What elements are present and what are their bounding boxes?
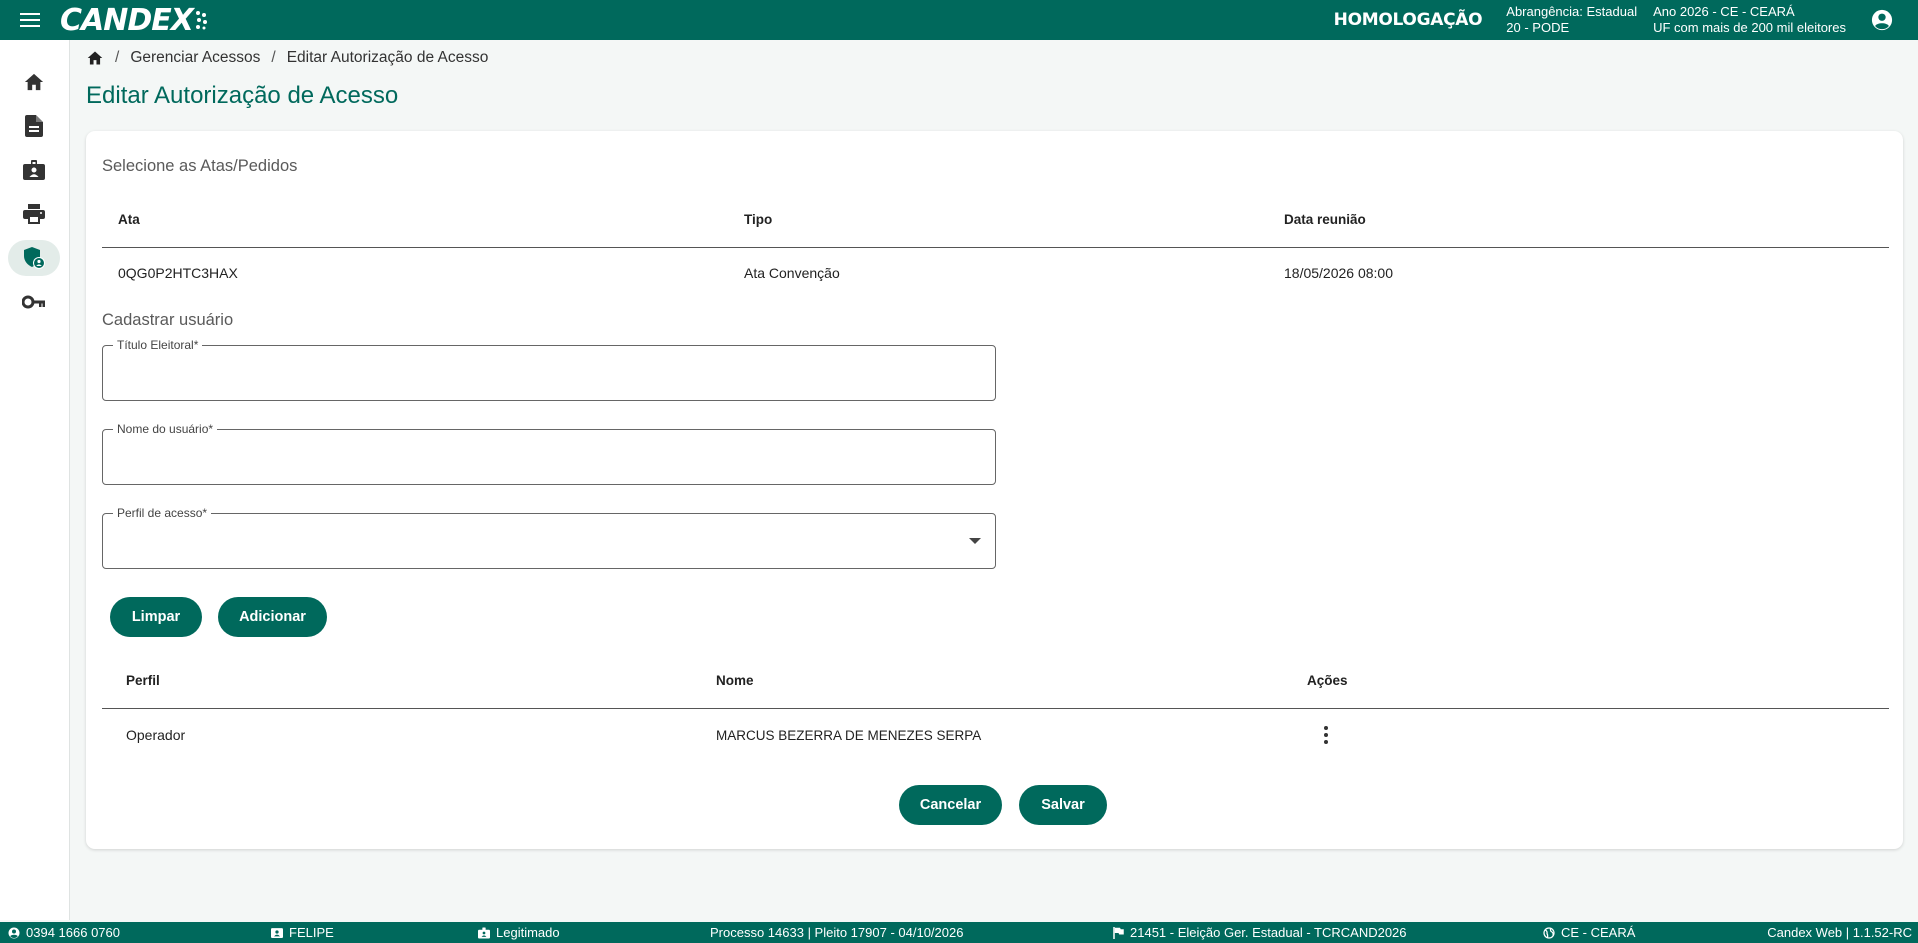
column-header-tipo[interactable]: Tipo xyxy=(744,191,772,247)
footer-version-text: Candex Web | 1.1.52-RC xyxy=(1767,925,1912,940)
user-profile-cell: Operador xyxy=(126,727,186,743)
footer-phone-text: 0394 1666 0760 xyxy=(26,925,120,940)
page-title: Editar Autorização de Acesso xyxy=(86,82,399,109)
key-icon xyxy=(22,295,45,309)
footer-election-text: 21451 - Eleição Ger. Estadual - TCRCAND2… xyxy=(1130,925,1407,940)
add-button[interactable]: Adicionar xyxy=(218,597,327,637)
breadcrumb-separator: / xyxy=(115,49,120,66)
ata-date-cell: 18/05/2026 08:00 xyxy=(1284,265,1393,281)
footer-process-text: Processo 14633 | Pleito 17907 - 04/10/20… xyxy=(710,925,964,940)
nome-usuario-field[interactable]: Nome do usuário* xyxy=(102,422,996,485)
flag-icon xyxy=(1113,926,1124,939)
perfil-acesso-value xyxy=(103,514,995,568)
sidebar-item-access-management[interactable] xyxy=(8,240,60,276)
home-icon[interactable] xyxy=(86,50,104,66)
year-info: Ano 2026 - CE - CEARÁ UF com mais de 200… xyxy=(1653,4,1846,36)
titulo-eleitoral-input[interactable] xyxy=(103,346,995,400)
titulo-eleitoral-field[interactable]: Título Eleitoral* xyxy=(102,338,996,401)
party-line: 20 - PODE xyxy=(1506,20,1570,35)
top-app-bar: CANDEX HOMOLOGAÇÃO Abrangência: Estadual… xyxy=(0,0,1918,40)
column-header-perfil[interactable]: Perfil xyxy=(126,652,160,708)
badge-icon xyxy=(23,160,45,180)
shield-user-icon xyxy=(24,247,45,269)
column-header-acoes: Ações xyxy=(1307,672,1348,688)
users-table-header: Perfil Nome Ações xyxy=(102,652,1889,709)
uf-line: UF com mais de 200 mil eleitores xyxy=(1653,20,1846,35)
table-row[interactable]: Operador MARCUS BEZERRA DE MENEZES SERPA xyxy=(102,709,1889,761)
sidebar-item-home[interactable] xyxy=(8,64,60,100)
nome-usuario-input[interactable] xyxy=(103,430,995,484)
menu-icon[interactable] xyxy=(0,0,60,40)
badge-icon xyxy=(478,927,490,938)
more-vert-icon[interactable] xyxy=(1314,723,1338,747)
ata-type-cell: Ata Convenção xyxy=(744,265,840,281)
atas-table-header: Ata Tipo Data reunião xyxy=(102,191,1889,248)
sidebar xyxy=(0,40,70,920)
table-row[interactable]: 0QG0P2HTC3HAX Ata Convenção 18/05/2026 0… xyxy=(102,248,1889,298)
breadcrumb-separator: / xyxy=(271,49,276,66)
environment-label: HOMOLOGAÇÃO xyxy=(1333,10,1483,30)
document-icon xyxy=(25,115,43,137)
cancel-button[interactable]: Cancelar xyxy=(899,785,1002,825)
footer-status-text: Legitimado xyxy=(496,925,560,940)
breadcrumb: / Gerenciar Acessos / Editar Autorização… xyxy=(86,48,488,68)
atas-section-title: Selecione as Atas/Pedidos xyxy=(102,157,298,175)
sidebar-item-documents[interactable] xyxy=(8,108,60,144)
footer-election: 21451 - Eleição Ger. Estadual - TCRCAND2… xyxy=(1113,922,1407,943)
contact-card-icon xyxy=(271,928,283,938)
footer-user: FELIPE xyxy=(271,922,334,943)
column-header-nome[interactable]: Nome xyxy=(716,652,754,708)
app-logo[interactable]: CANDEX xyxy=(60,3,209,38)
footer-version: Candex Web | 1.1.52-RC xyxy=(1767,922,1912,943)
account-icon[interactable] xyxy=(1868,6,1896,34)
ata-code-cell: 0QG0P2HTC3HAX xyxy=(118,265,238,281)
scope-info: Abrangência: Estadual 20 - PODE xyxy=(1506,4,1637,36)
main-card: Selecione as Atas/Pedidos Ata Tipo Data … xyxy=(86,131,1903,849)
breadcrumb-current: Editar Autorização de Acesso xyxy=(286,49,489,66)
sidebar-item-print[interactable] xyxy=(8,196,60,232)
save-button[interactable]: Salvar xyxy=(1019,785,1107,825)
row-actions-cell xyxy=(1314,709,1338,761)
breadcrumb-link-manage-access[interactable]: Gerenciar Acessos xyxy=(130,49,260,67)
footer-state-text: CE - CEARÁ xyxy=(1561,925,1636,940)
status-footer: 0394 1666 0760 FELIPE Legitimado Process… xyxy=(0,922,1918,943)
sidebar-item-badge[interactable] xyxy=(8,152,60,188)
year-line: Ano 2026 - CE - CEARÁ xyxy=(1653,4,1795,19)
logo-text: CANDEX xyxy=(60,2,194,38)
footer-state: CE - CEARÁ xyxy=(1543,922,1635,943)
nome-usuario-label: Nome do usuário* xyxy=(113,422,218,436)
column-header-data-reuniao[interactable]: Data reunião xyxy=(1284,191,1366,247)
scope-line: Abrangência: Estadual xyxy=(1506,4,1638,19)
footer-user-text: FELIPE xyxy=(289,925,334,940)
footer-status: Legitimado xyxy=(478,922,560,943)
clear-button[interactable]: Limpar xyxy=(110,597,202,637)
dropdown-arrow-icon xyxy=(969,538,981,544)
logo-dots-icon xyxy=(195,11,207,30)
register-user-section-title: Cadastrar usuário xyxy=(102,311,234,329)
column-header-ata[interactable]: Ata xyxy=(118,191,140,247)
globe-icon xyxy=(1543,926,1555,939)
account-circle-icon xyxy=(8,927,20,938)
home-icon xyxy=(24,73,44,91)
perfil-acesso-label: Perfil de acesso* xyxy=(113,506,212,520)
sidebar-item-keys[interactable] xyxy=(8,284,60,320)
perfil-acesso-select[interactable]: Perfil de acesso* xyxy=(102,506,996,569)
user-name-cell: MARCUS BEZERRA DE MENEZES SERPA xyxy=(716,727,982,743)
footer-process: Processo 14633 | Pleito 17907 - 04/10/20… xyxy=(710,922,963,943)
footer-phone: 0394 1666 0760 xyxy=(8,922,120,943)
print-icon xyxy=(23,204,45,224)
titulo-eleitoral-label: Título Eleitoral* xyxy=(113,338,203,352)
